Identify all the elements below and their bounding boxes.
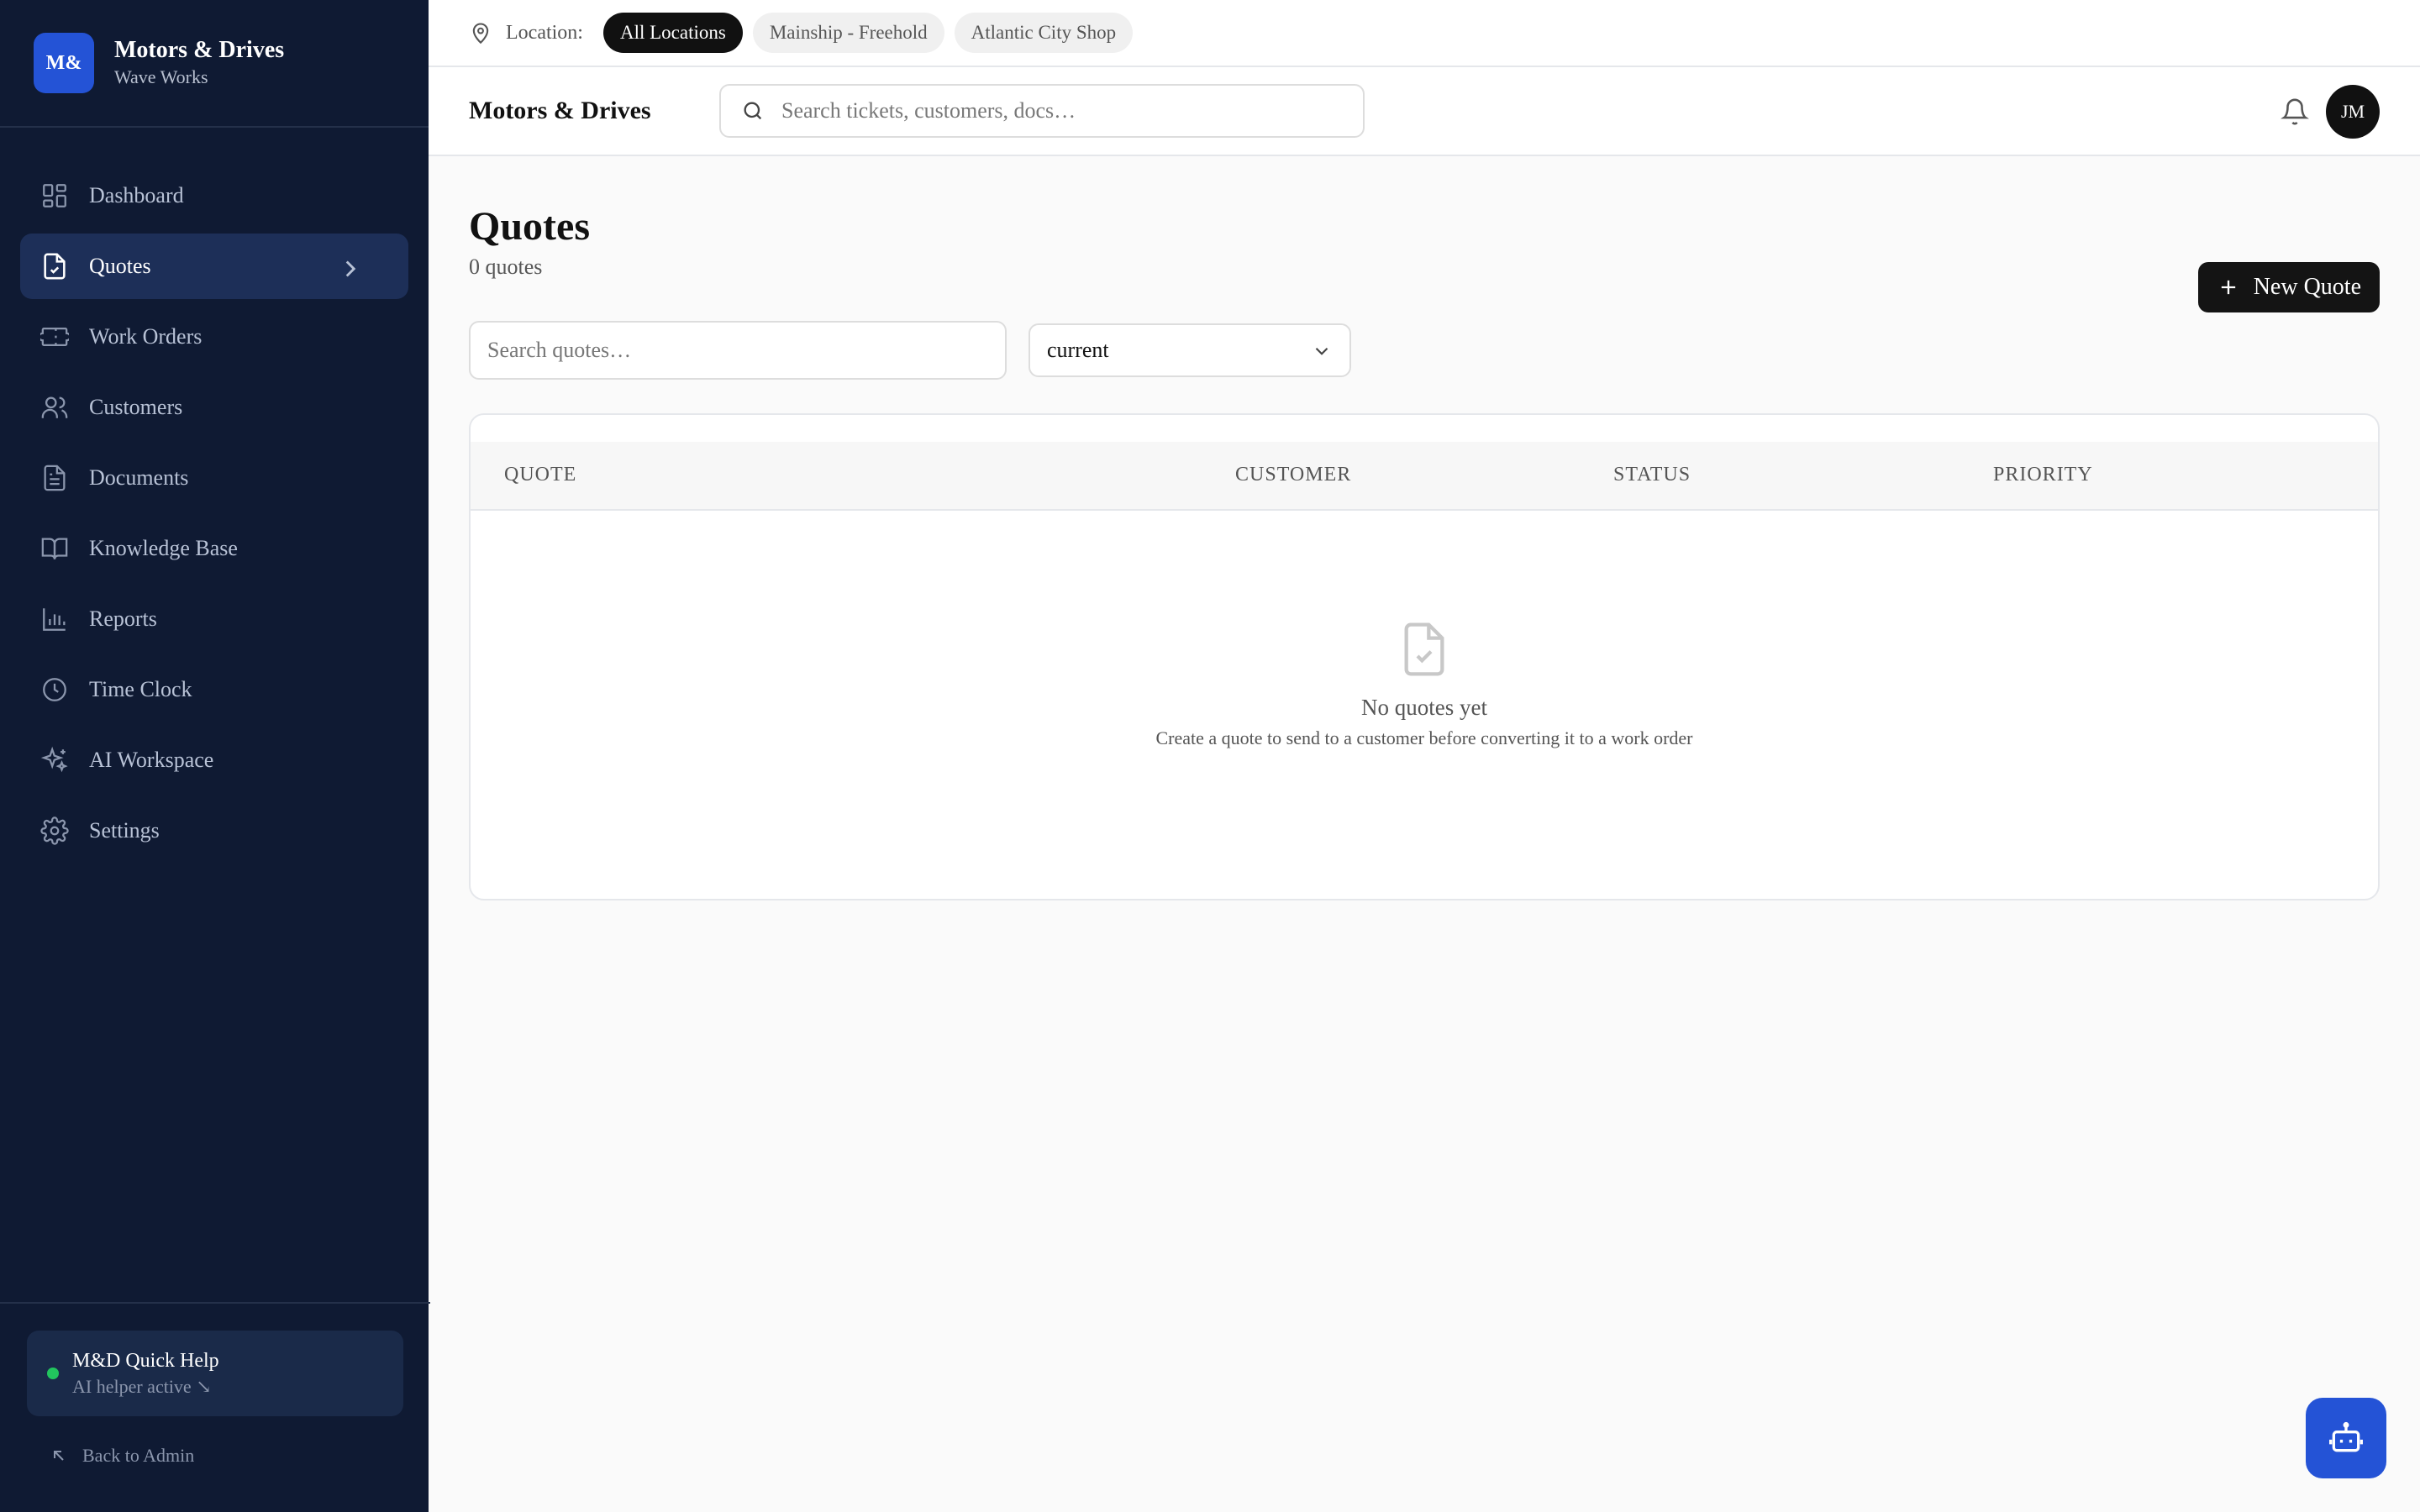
bot-icon bbox=[2329, 1421, 2363, 1452]
sidebar-item-work-orders[interactable]: Work Orders bbox=[20, 304, 408, 370]
empty-state-title: No quotes yet bbox=[1361, 695, 1487, 720]
new-quote-button[interactable]: New Quote bbox=[2197, 262, 2380, 312]
sidebar-footer: M&D Quick Help AI helper active ↘ Back t… bbox=[0, 1302, 430, 1512]
new-quote-label: New Quote bbox=[2253, 274, 2361, 300]
quote-count: 0 quotes bbox=[469, 255, 543, 279]
sidebar-item-label: Settings bbox=[89, 818, 160, 843]
sidebar-item-settings[interactable]: Settings bbox=[20, 798, 408, 864]
column-header-status[interactable]: STATUS bbox=[1613, 464, 1691, 486]
users-icon bbox=[41, 396, 68, 418]
app: M& Motors & Drives Wave Works Dashboard … bbox=[0, 0, 2420, 1512]
search-icon bbox=[744, 102, 762, 120]
top-bar: Motors & Drives JM bbox=[429, 67, 2420, 156]
back-to-admin-link[interactable]: Back to Admin bbox=[49, 1445, 194, 1467]
sparkle-icon bbox=[40, 746, 68, 773]
file-check-icon bbox=[1404, 622, 1444, 676]
location-bar: Location: All Locations Mainship - Freeh… bbox=[429, 0, 2420, 67]
column-header-quote[interactable]: QUOTE bbox=[504, 464, 576, 486]
brand-header[interactable]: M& Motors & Drives Wave Works bbox=[0, 0, 429, 128]
quotes-table: QUOTE CUSTOMER STATUS PRIORITY No quotes… bbox=[469, 413, 2380, 900]
sidebar-item-knowledge-base[interactable]: Knowledge Base bbox=[20, 516, 408, 581]
back-to-admin-label: Back to Admin bbox=[82, 1445, 195, 1466]
ai-assistant-button[interactable] bbox=[2306, 1398, 2386, 1478]
quick-help-text: M&D Quick Help AI helper active ↘ bbox=[72, 1347, 219, 1399]
sidebar-item-label: AI Workspace bbox=[89, 748, 214, 772]
sidebar-item-label: Reports bbox=[89, 606, 157, 631]
gear-icon bbox=[40, 816, 69, 845]
quote-icon bbox=[44, 253, 66, 280]
quote-search-input[interactable] bbox=[469, 321, 1007, 380]
sidebar-item-customers[interactable]: Customers bbox=[20, 375, 408, 440]
filters-row: current bbox=[469, 321, 2380, 380]
sidebar-item-label: Customers bbox=[89, 395, 183, 419]
column-header-priority[interactable]: PRIORITY bbox=[1993, 464, 2093, 486]
chevron-down-icon bbox=[1315, 347, 1328, 355]
book-icon bbox=[41, 538, 68, 559]
main-area: Location: All Locations Mainship - Freeh… bbox=[429, 0, 2420, 1512]
column-header-customer[interactable]: CUSTOMER bbox=[1235, 464, 1351, 486]
sidebar-item-label: Time Clock bbox=[89, 677, 192, 701]
empty-state-subtitle: Create a quote to send to a customer bef… bbox=[1155, 727, 1693, 748]
sidebar-item-label: Quotes bbox=[89, 254, 151, 278]
sidebar-item-reports[interactable]: Reports bbox=[20, 586, 408, 652]
page-title: Quotes bbox=[469, 204, 590, 249]
document-icon bbox=[44, 465, 66, 491]
sidebar-item-label: Knowledge Base bbox=[89, 536, 238, 560]
header-title: Motors & Drives bbox=[469, 97, 651, 124]
location-chip-mainship[interactable]: Mainship - Freehold bbox=[752, 13, 944, 53]
location-chip-all[interactable]: All Locations bbox=[602, 13, 743, 53]
sidebar-nav: Dashboard Quotes Work Orders Customers D… bbox=[0, 128, 429, 869]
sidebar-item-dashboard[interactable]: Dashboard bbox=[20, 163, 408, 228]
page-content: Quotes 0 quotes New Quote current QUOTE … bbox=[429, 202, 2420, 900]
clock-icon bbox=[43, 678, 66, 701]
sidebar: M& Motors & Drives Wave Works Dashboard … bbox=[0, 0, 430, 1512]
global-search[interactable] bbox=[719, 84, 1365, 138]
ticket-icon bbox=[40, 327, 69, 347]
brand-title: Motors & Drives bbox=[114, 37, 285, 63]
table-header: QUOTE CUSTOMER STATUS PRIORITY bbox=[471, 442, 2378, 511]
sidebar-item-label: Work Orders bbox=[89, 324, 203, 349]
brand-text: Motors & Drives Wave Works bbox=[114, 36, 284, 90]
status-dot bbox=[47, 1368, 59, 1379]
status-filter-value: current bbox=[1047, 338, 1109, 362]
brand-logo: M& bbox=[34, 33, 94, 93]
chevron-right-icon bbox=[345, 260, 356, 277]
status-filter-select[interactable]: current bbox=[1028, 323, 1351, 377]
arrow-up-left-icon bbox=[54, 1451, 64, 1461]
notification-bell-icon[interactable] bbox=[2281, 97, 2309, 126]
sidebar-item-quotes[interactable]: Quotes bbox=[20, 234, 408, 299]
plus-icon bbox=[2221, 280, 2235, 295]
dashboard-icon bbox=[43, 184, 66, 207]
location-label: Location: bbox=[506, 21, 583, 44]
sidebar-item-label: Documents bbox=[89, 465, 189, 490]
sidebar-item-time-clock[interactable]: Time Clock bbox=[20, 657, 408, 722]
sidebar-item-documents[interactable]: Documents bbox=[20, 445, 408, 511]
global-search-input[interactable] bbox=[781, 98, 1343, 123]
empty-state: No quotes yet Create a quote to send to … bbox=[471, 620, 2378, 749]
map-pin-icon bbox=[472, 23, 489, 45]
quick-help-card[interactable]: M&D Quick Help AI helper active ↘ bbox=[27, 1331, 403, 1416]
brand-subtitle: Wave Works bbox=[114, 66, 208, 87]
chart-icon bbox=[43, 608, 66, 631]
user-avatar[interactable]: JM bbox=[2326, 85, 2380, 139]
sidebar-item-ai-workspace[interactable]: AI Workspace bbox=[20, 727, 408, 793]
location-chip-atlantic-city[interactable]: Atlantic City Shop bbox=[954, 13, 1134, 53]
quick-help-subtitle: AI helper active ↘ bbox=[72, 1376, 212, 1397]
sidebar-item-label: Dashboard bbox=[89, 183, 184, 207]
quick-help-title: M&D Quick Help bbox=[72, 1350, 219, 1372]
